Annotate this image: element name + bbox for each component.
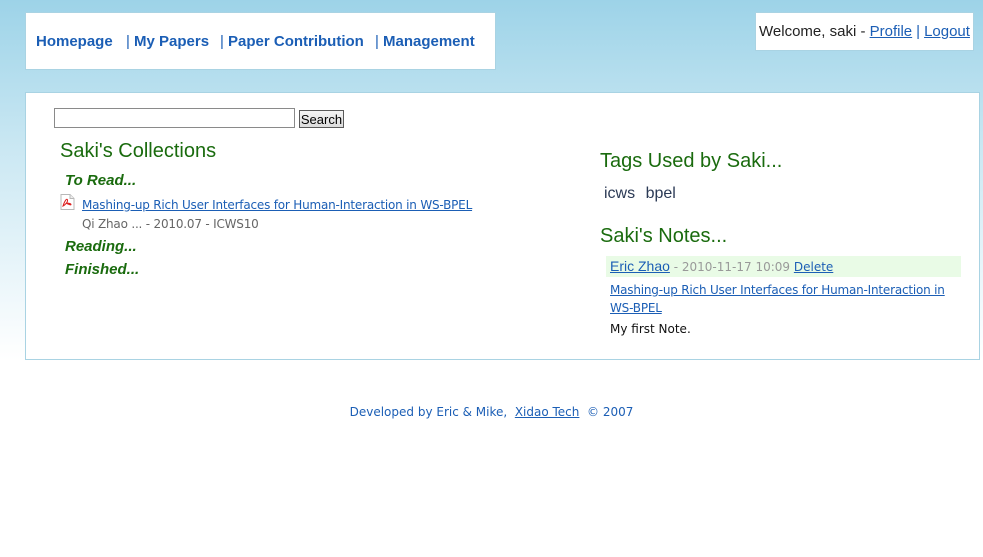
main-nav: Homepage | My Papers | Paper Contributio…: [25, 12, 496, 70]
tags-title: Tags Used by Saki...: [600, 150, 783, 172]
footer-org-link[interactable]: Xidao Tech: [515, 405, 580, 419]
tag-list: icws bpel: [604, 185, 682, 203]
welcome-text: Welcome, saki -: [759, 23, 866, 40]
note-delete-link[interactable]: Delete: [794, 260, 833, 274]
nav-management[interactable]: Management: [383, 33, 475, 50]
nav-separator: |: [375, 33, 379, 50]
main-content: Search Saki's Collections To Read... Mas…: [25, 92, 980, 360]
pdf-icon: [60, 194, 75, 210]
note-author-link[interactable]: Eric Zhao: [610, 258, 670, 274]
nav-homepage[interactable]: Homepage: [36, 33, 113, 50]
nav-separator: |: [126, 33, 130, 50]
to-read-label: To Read...: [65, 172, 137, 189]
nav-separator: |: [220, 33, 224, 50]
reading-label: Reading...: [65, 238, 137, 255]
footer-suffix: © 2007: [579, 405, 634, 419]
profile-link[interactable]: Profile: [870, 23, 913, 40]
nav-my-papers[interactable]: My Papers: [134, 33, 209, 50]
logout-link[interactable]: Logout: [924, 23, 970, 40]
user-separator: |: [916, 23, 921, 40]
search-button[interactable]: Search: [299, 110, 344, 128]
collections-title: Saki's Collections: [60, 140, 217, 162]
search-input[interactable]: [54, 108, 295, 128]
nav-paper-contribution[interactable]: Paper Contribution: [228, 33, 364, 50]
footer: Developed by Eric & Mike, Xidao Tech © 2…: [0, 405, 983, 419]
note-paper-link[interactable]: Mashing-up Rich User Interfaces for Huma…: [610, 281, 960, 317]
paper-link[interactable]: Mashing-up Rich User Interfaces for Huma…: [82, 198, 472, 212]
tag-icws[interactable]: icws: [604, 185, 635, 202]
finished-label: Finished...: [65, 261, 140, 278]
footer-prefix: Developed by Eric & Mike,: [349, 405, 515, 419]
user-panel: Welcome, saki - Profile | Logout: [755, 12, 974, 51]
paper-meta: Qi Zhao ... - 2010.07 - ICWS10: [82, 217, 259, 231]
note-header: Eric Zhao - 2010-11-17 10:09 Delete: [606, 256, 961, 277]
tag-bpel[interactable]: bpel: [646, 185, 676, 202]
note-date: - 2010-11-17 10:09: [673, 260, 791, 274]
note-text: My first Note.: [610, 322, 691, 336]
notes-title: Saki's Notes...: [600, 225, 728, 247]
